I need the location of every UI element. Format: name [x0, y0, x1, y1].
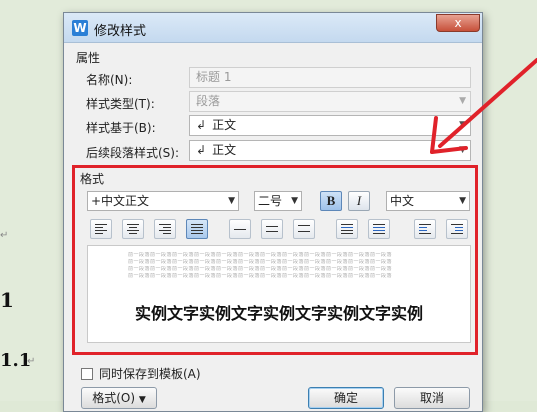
- annotation-arrow-icon: [430, 58, 537, 154]
